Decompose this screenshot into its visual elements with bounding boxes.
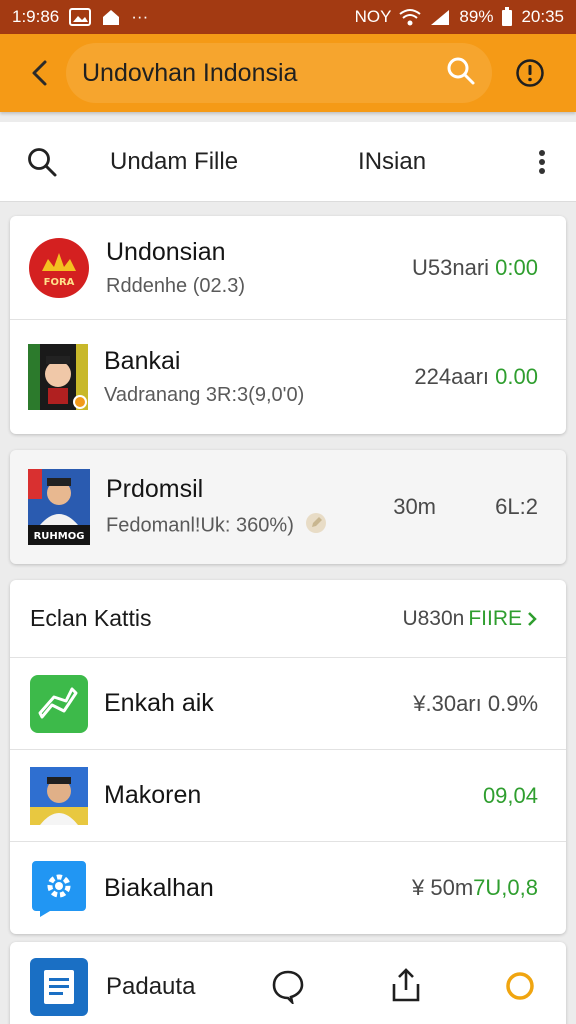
chat-bubble-icon <box>272 970 304 1006</box>
list-item[interactable]: Enkah aik ¥.30arı 0.9% <box>10 658 566 750</box>
section-header: Eclan Kattis U830n FIIRE <box>10 580 566 658</box>
item-title: Bankai <box>104 347 181 375</box>
avatar <box>28 344 88 410</box>
status-time-right: 20:35 <box>521 7 564 26</box>
item-title: Undonsian <box>106 237 226 266</box>
item-amount: 30m <box>393 494 436 519</box>
featured-card: RUHMOG Prdomsil Fedomanl!Uk: 360%) 30m 6… <box>10 450 566 564</box>
document-icon[interactable] <box>30 958 88 1016</box>
app-logo-icon <box>30 674 88 733</box>
avatar: FORA <box>28 237 90 299</box>
wifi-icon <box>399 8 422 26</box>
alert-icon <box>516 59 544 87</box>
item-amount: ¥ 50m <box>412 875 474 900</box>
status-bar: 1:9:86 ··· NOY 89% 20:35 <box>0 0 576 34</box>
holdings-card: FORA Undonsian Rddenhe (02.3) U53nari 0:… <box>10 216 566 434</box>
item-subtitle: Rddenhe (02.3) <box>106 274 245 297</box>
back-button[interactable] <box>14 43 66 103</box>
search-text[interactable]: Undovhan Indonsia <box>82 59 446 88</box>
bottom-bar: Padauta <box>10 942 566 1024</box>
item-change: 6L:2 <box>495 494 538 519</box>
battery-icon <box>501 7 513 27</box>
list-item[interactable]: Makoren 09,04 <box>10 750 566 842</box>
item-change: 0:00 <box>495 254 538 280</box>
sub-toolbar: Undam Fille INsian <box>0 122 576 202</box>
item-value: U53nari 0:00 <box>412 255 538 281</box>
svg-text:FORA: FORA <box>44 277 75 288</box>
settings-app-icon <box>32 861 86 917</box>
search-icon[interactable] <box>446 56 476 91</box>
chevron-right-icon <box>528 611 537 626</box>
alert-button[interactable] <box>502 43 558 103</box>
toolbar-search-button[interactable] <box>26 146 80 178</box>
item-subtitle: Vadranang 3R:3(9,0'0) <box>104 384 305 406</box>
gallery-icon <box>69 8 92 26</box>
signal-icon <box>429 8 451 26</box>
watchlist-card: Eclan Kattis U830n FIIRE Enkah aik ¥.30a… <box>10 580 566 934</box>
svg-text:RUHMOG: RUHMOG <box>34 531 85 542</box>
search-icon <box>28 147 57 176</box>
list-item[interactable]: FORA Undonsian Rddenhe (02.3) U53nari 0:… <box>10 216 566 320</box>
item-value: 09,04 <box>482 782 538 808</box>
list-item[interactable]: RUHMOG Prdomsil Fedomanl!Uk: 360%) 30m 6… <box>10 450 566 564</box>
avatar <box>30 859 88 917</box>
avatar <box>30 766 88 825</box>
item-change: 7U,0,8 <box>473 875 538 900</box>
edit-icon[interactable] <box>305 512 327 540</box>
list-item[interactable]: Bankai Vadranang 3R:3(9,0'0) 224aarı 0.0… <box>10 320 566 434</box>
avatar <box>30 674 88 733</box>
avatar: RUHMOG <box>28 469 90 545</box>
section-action[interactable]: U830n FIIRE <box>402 607 538 631</box>
list-item[interactable]: Biakalhan ¥ 50m7U,0,8 <box>10 842 566 934</box>
app-bar: Undovhan Indonsia <box>0 34 576 112</box>
item-title: Makoren <box>104 781 202 809</box>
item-title: Biakalhan <box>104 873 214 902</box>
section-title: Eclan Kattis <box>30 605 152 631</box>
item-title: Prdomsil <box>106 474 204 503</box>
section-link[interactable]: FIIRE <box>468 607 522 631</box>
section-value: U830n <box>402 606 465 630</box>
item-value: ¥ 50m7U,0,8 <box>412 875 538 901</box>
item-change: 0.00 <box>495 364 538 389</box>
share-icon <box>392 968 420 1002</box>
home-icon <box>101 8 121 26</box>
network-label: NOY <box>354 7 392 26</box>
share-button[interactable] <box>388 966 424 1009</box>
ring-icon <box>506 972 534 1000</box>
back-arrow-icon <box>32 60 47 86</box>
battery-percent: 89% <box>459 7 494 26</box>
item-title: Enkah aik <box>104 689 214 717</box>
search-field[interactable]: Undovhan Indonsia <box>66 43 492 103</box>
status-ring-button[interactable] <box>504 970 536 1007</box>
chat-button[interactable] <box>270 968 306 1009</box>
item-amount: U53nari <box>412 254 490 280</box>
item-subtitle: Fedomanl!Uk: 360%) <box>106 512 327 540</box>
toolbar-tab-right[interactable]: INsian <box>358 148 426 176</box>
status-time-left: 1:9:86 <box>12 7 60 26</box>
overflow-menu-button[interactable] <box>538 149 546 175</box>
item-value: 224aarı 0.00 <box>414 364 538 390</box>
item-amount: 224aarı <box>414 364 490 389</box>
more-vertical-icon <box>539 149 545 174</box>
more-notifications-icon: ··· <box>131 7 149 26</box>
item-value: ¥.30arı 0.9% <box>413 690 538 716</box>
toolbar-tab-left[interactable]: Undam Fille <box>110 148 238 176</box>
bottom-label: Padauta <box>106 973 196 1000</box>
